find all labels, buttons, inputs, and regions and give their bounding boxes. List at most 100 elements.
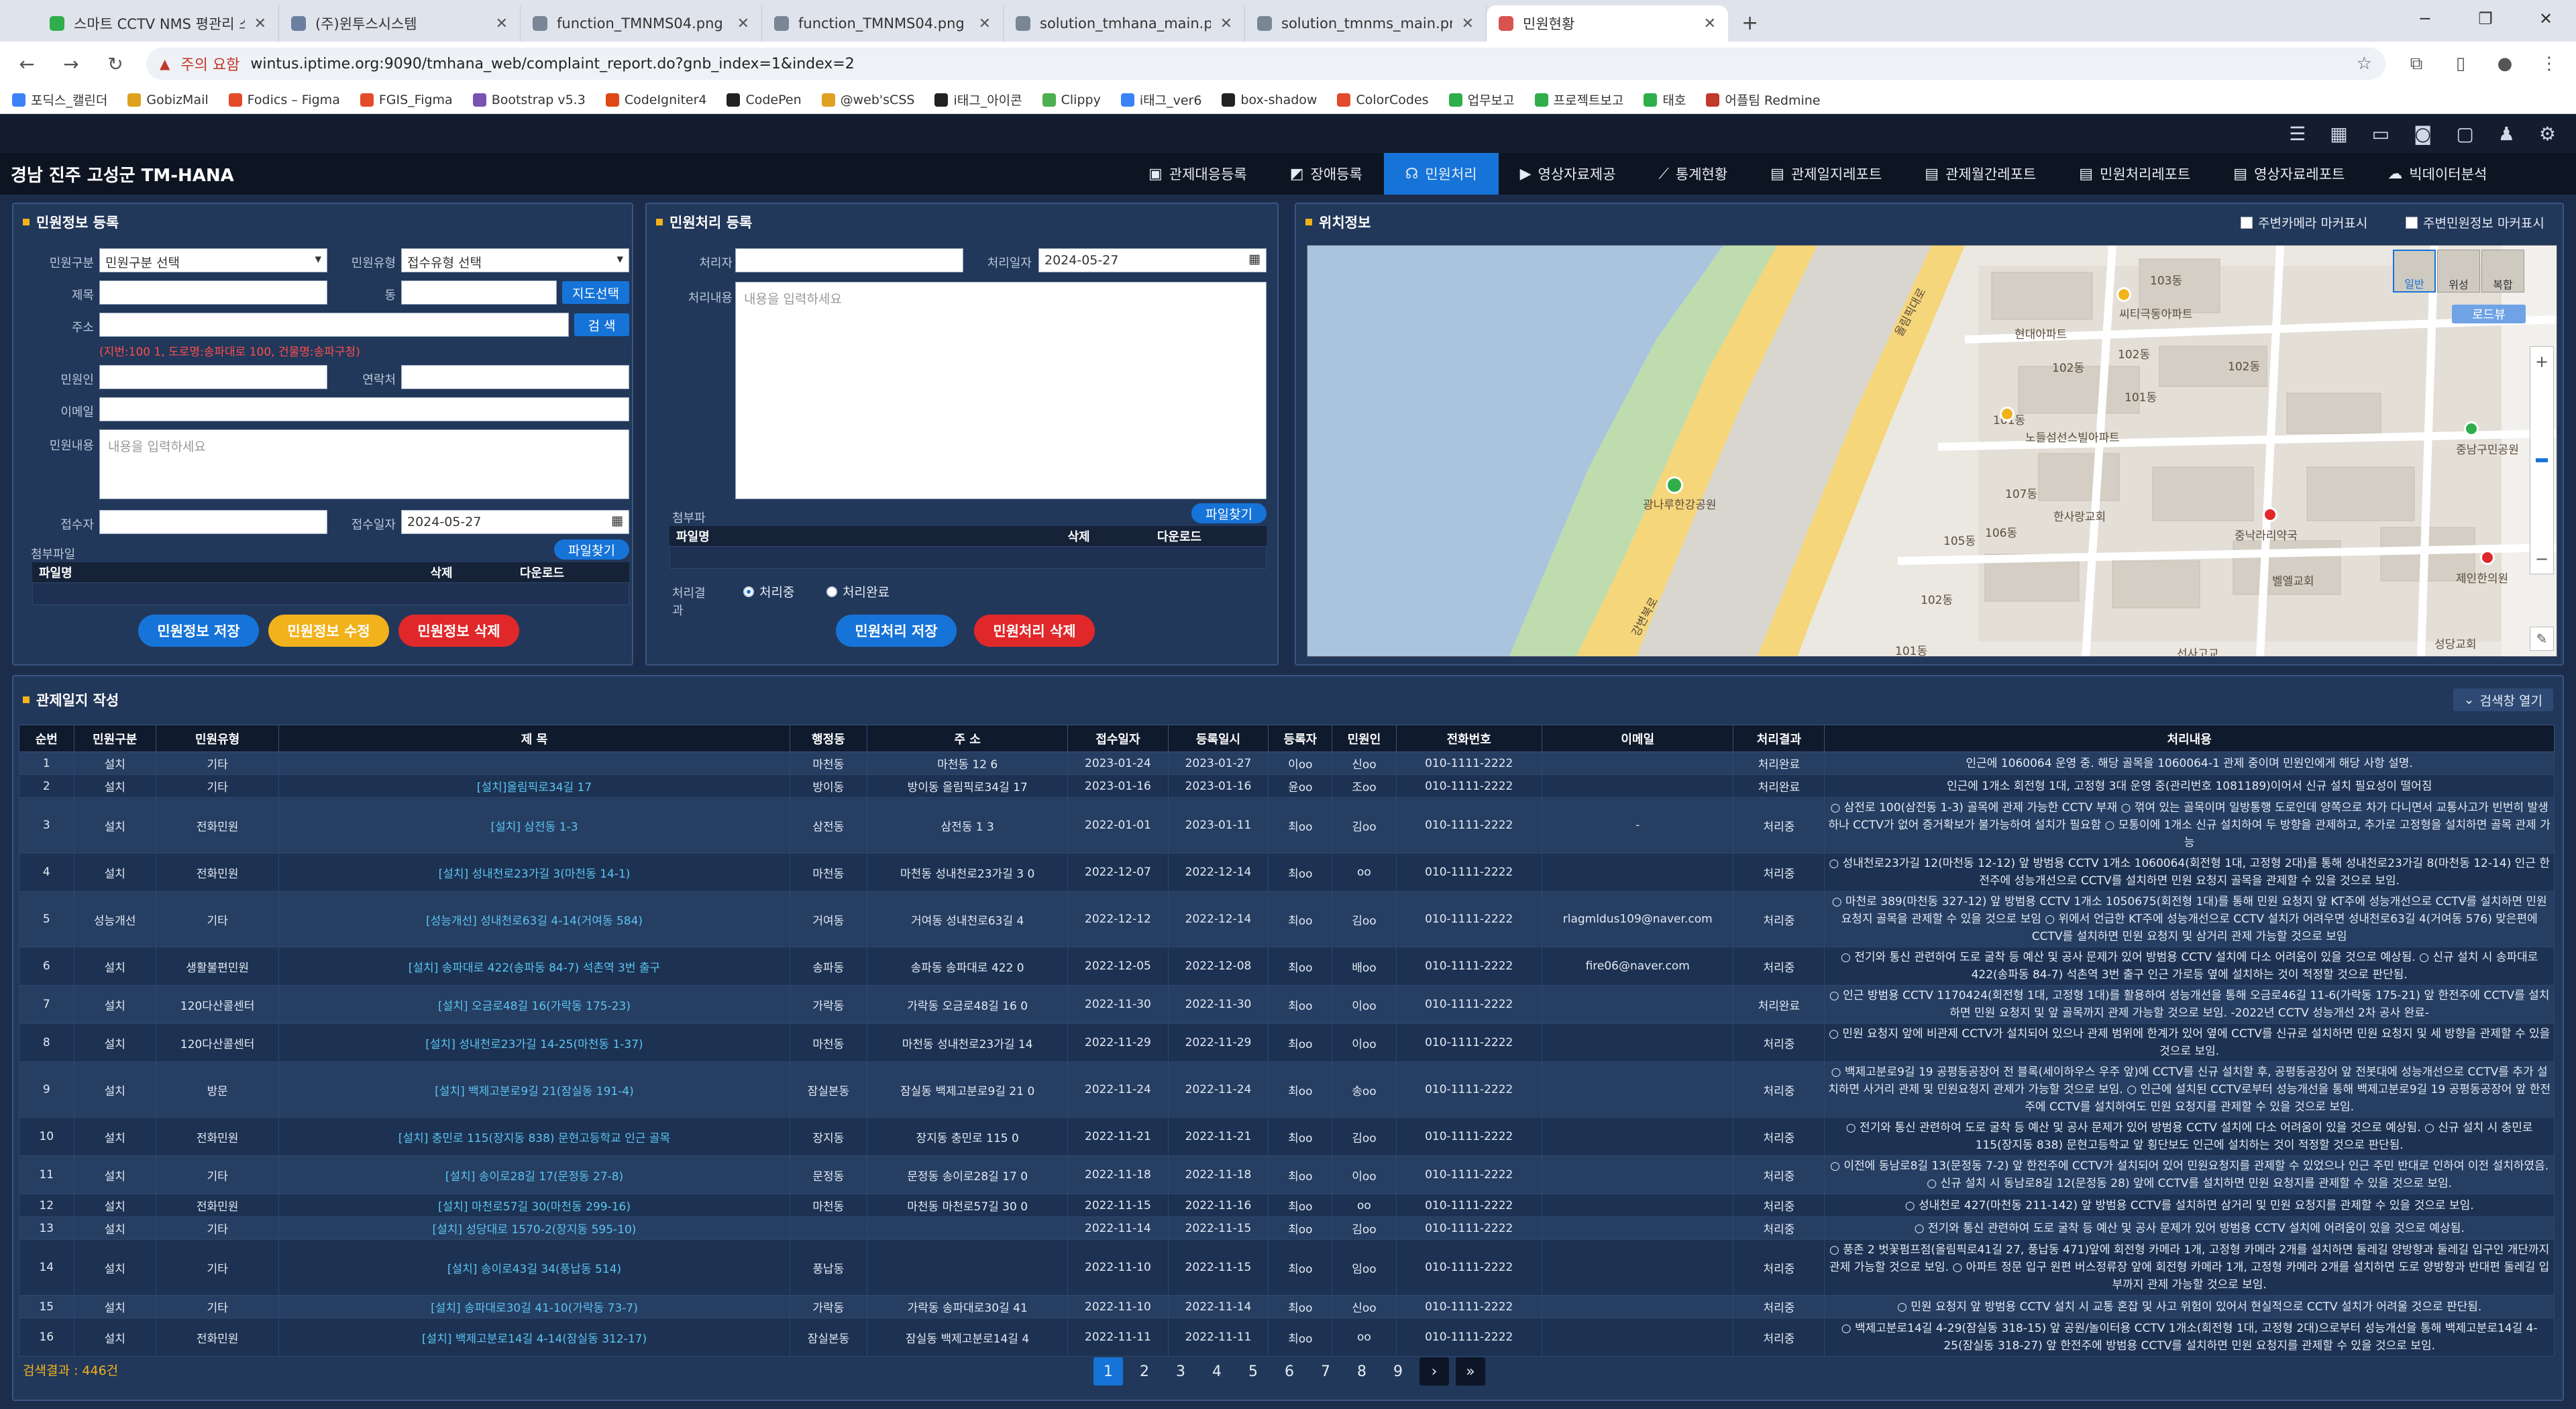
bookmark-item[interactable]: @web'sCSS bbox=[821, 93, 914, 107]
calendar-icon[interactable]: ▦ bbox=[611, 513, 623, 528]
table-row[interactable]: 12 설치 전화민원 [설치] 마천로57길 30(마천동 299-16) 마천동 마천동… bbox=[19, 1194, 2555, 1217]
table-cell[interactable]: [설치] 성당대로 1570-2(장지동 595-10) bbox=[278, 1216, 790, 1240]
restore-icon[interactable]: ❐ bbox=[2455, 0, 2516, 38]
nav-item-3[interactable]: ☊ 민원처리 bbox=[1383, 153, 1499, 195]
result-complete-radio[interactable]: 처리완료 bbox=[826, 582, 890, 601]
column-header[interactable]: 제 목 bbox=[278, 725, 790, 752]
column-header[interactable]: 행정동 bbox=[789, 725, 868, 752]
nav-item-9[interactable]: ▤ 영상자료레포트 bbox=[2212, 153, 2366, 195]
complainant-input[interactable] bbox=[99, 365, 327, 389]
roadview-button[interactable]: 로드뷰 bbox=[2452, 305, 2526, 323]
map-select-button[interactable]: 지도선택 bbox=[562, 281, 629, 304]
page-button[interactable]: 4 bbox=[1202, 1357, 1232, 1386]
table-cell[interactable]: [설치] 삼전동 1-3 bbox=[278, 797, 790, 853]
bookmark-item[interactable]: ColorCodes bbox=[1337, 93, 1429, 107]
address-search-button[interactable]: 검 색 bbox=[574, 313, 629, 336]
last-page-icon[interactable]: » bbox=[1456, 1357, 1485, 1386]
nav-item-6[interactable]: ▤ 관제일지레포트 bbox=[1749, 153, 1903, 195]
page-button[interactable]: 1 bbox=[1093, 1357, 1123, 1386]
reload-icon[interactable]: ↻ bbox=[102, 53, 129, 75]
map-type-hybrid[interactable]: 복합 bbox=[2481, 250, 2524, 293]
table-cell[interactable]: [설치] 송이로28길 17(문정동 27-8) bbox=[278, 1155, 790, 1194]
zoom-in-icon[interactable]: + bbox=[2535, 352, 2548, 371]
bookmark-item[interactable]: CodePen bbox=[727, 93, 802, 107]
camera-icon[interactable]: ◙ bbox=[2414, 123, 2432, 145]
forward-icon[interactable]: → bbox=[58, 53, 85, 75]
bookmark-item[interactable]: Fodics – Figma bbox=[228, 93, 340, 107]
table-cell[interactable]: [설치]올림픽로34길 17 bbox=[278, 774, 790, 798]
bookmark-item[interactable]: 태호 bbox=[1644, 91, 1686, 109]
table-cell[interactable]: [설치] 마천로57길 30(마천동 299-16) bbox=[278, 1194, 790, 1217]
page-button[interactable]: 3 bbox=[1166, 1357, 1195, 1386]
browser-tab[interactable]: solution_tmhana_main.png (7... ✕ bbox=[1004, 5, 1245, 42]
browser-tab[interactable]: function_TMNMS04.png (3604 ✕ bbox=[521, 5, 762, 42]
nav-item-4[interactable]: ▶ 영상자료제공 bbox=[1499, 153, 1638, 195]
complaint-save-button[interactable]: 민원정보 저장 bbox=[138, 615, 259, 647]
column-header[interactable]: 민원인 bbox=[1332, 725, 1397, 752]
close-window-icon[interactable]: ✕ bbox=[2516, 0, 2576, 38]
security-warning-icon[interactable]: ▲ bbox=[160, 56, 170, 72]
page-button[interactable]: 5 bbox=[1238, 1357, 1268, 1386]
table-row[interactable]: 3 설치 전화민원 [설치] 삼전동 1-3 삼전동 삼전동 1 3 2022-01-01 2… bbox=[19, 797, 2555, 853]
bookmark-item[interactable]: Clippy bbox=[1042, 93, 1101, 107]
bookmark-item[interactable]: 프로젝트보고 bbox=[1534, 91, 1623, 109]
table-cell[interactable]: [설치] 송이로43길 34(풍납동 514) bbox=[278, 1239, 790, 1296]
search-toggle-button[interactable]: ⌄ 검색창 열기 bbox=[2453, 688, 2553, 711]
table-cell[interactable]: [설치] 백제고분로14길 4-14(잠실동 312-17) bbox=[278, 1318, 790, 1357]
minimize-icon[interactable]: ─ bbox=[2395, 0, 2455, 38]
table-row[interactable]: 11 설치 기타 [설치] 송이로28길 17(문정동 27-8) 문정동 문정동 송이로… bbox=[19, 1155, 2555, 1194]
table-cell[interactable]: [성능개선] 성내천로63길 4-14(거여동 584) bbox=[278, 891, 790, 947]
table-row[interactable]: 15 설치 기타 [설치] 송파대로30길 41-10(가락동 73-7) 가락동 가락동… bbox=[19, 1295, 2555, 1318]
bookmark-item[interactable]: 포딕스_캘린더 bbox=[12, 91, 107, 109]
next-page-icon[interactable]: › bbox=[1419, 1357, 1449, 1386]
table-row[interactable]: 1 설치 기타 마천동 마천동 12 6 2023-01-24 2023-01-27 이oo 신… bbox=[19, 751, 2555, 775]
receipt-date-input[interactable]: 2024-05-27 ▦ bbox=[401, 510, 629, 534]
complaint-type-select[interactable]: 민원구분 선택 bbox=[99, 248, 327, 272]
table-row[interactable]: 14 설치 기타 [설치] 송이로43길 34(풍납동 514) 풍납동 2022-11-… bbox=[19, 1239, 2555, 1296]
browser-tab[interactable]: solution_tmnms_main.png (72... ✕ bbox=[1245, 5, 1487, 42]
table-cell[interactable]: [설치] 성내천로23가길 3(마천동 14-1) bbox=[278, 853, 790, 892]
map-view[interactable]: 올림픽대로 현대아파트 씨티극동아파트 103동 102동 101동 101동 … bbox=[1307, 245, 2557, 657]
page-button[interactable]: 6 bbox=[1275, 1357, 1304, 1386]
receiver-input[interactable] bbox=[99, 510, 327, 534]
bookmark-item[interactable]: box-shadow bbox=[1222, 93, 1317, 107]
process-delete-button[interactable]: 민원처리 삭제 bbox=[974, 615, 1095, 647]
apartment-marker-icon[interactable] bbox=[2000, 407, 2015, 421]
clinic-marker-icon[interactable] bbox=[2480, 550, 2495, 565]
zoom-slider[interactable] bbox=[2536, 458, 2548, 462]
file-find-button[interactable]: 파일찾기 bbox=[554, 539, 629, 560]
calendar-icon[interactable]: ▦ bbox=[1248, 252, 1260, 266]
zoom-out-icon[interactable]: − bbox=[2535, 550, 2548, 568]
column-header[interactable]: 주 소 bbox=[867, 725, 1069, 752]
browser-tab[interactable]: 스마트 CCTV NMS 평관리 소프 ✕ bbox=[38, 5, 279, 42]
close-icon[interactable]: ✕ bbox=[737, 15, 749, 32]
bookmark-item[interactable]: 어플팀 Redmine bbox=[1706, 91, 1820, 109]
contact-input[interactable] bbox=[401, 365, 629, 389]
pharmacy-marker-icon[interactable] bbox=[2263, 507, 2277, 522]
column-header[interactable]: 처리결과 bbox=[1733, 725, 1825, 752]
browser-tab[interactable]: function_TMNMS04.png (3604 ✕ bbox=[762, 5, 1004, 42]
close-icon[interactable]: ✕ bbox=[496, 15, 508, 32]
table-row[interactable]: 5 성능개선 기타 [성능개선] 성내천로63길 4-14(거여동 584) 거여동 거여… bbox=[19, 891, 2555, 947]
complaint-delete-button[interactable]: 민원정보 삭제 bbox=[398, 615, 519, 647]
browser-tab[interactable]: (주)윈투스시스템 ✕ bbox=[279, 5, 521, 42]
nav-item-7[interactable]: ▤ 관제월간레포트 bbox=[1903, 153, 2057, 195]
handler-input[interactable] bbox=[735, 248, 963, 272]
calendar-icon[interactable]: ▦ bbox=[2330, 123, 2347, 145]
table-cell[interactable]: [설치] 송파대로 422(송파동 84-7) 석촌역 3번 출구 bbox=[278, 947, 790, 986]
security-label[interactable]: 주의 요함 bbox=[180, 53, 239, 74]
address-input[interactable] bbox=[99, 313, 569, 337]
park-marker-icon[interactable] bbox=[1666, 476, 1683, 494]
profile-avatar-icon[interactable]: ● bbox=[2491, 54, 2518, 74]
dong-input[interactable] bbox=[401, 280, 557, 305]
apartment-marker-icon[interactable] bbox=[2116, 287, 2131, 302]
table-row[interactable]: 9 설치 방문 [설치] 백제고분로9길 21(잠실동 191-4) 잠실본동 잠실동 백… bbox=[19, 1061, 2555, 1118]
table-cell[interactable]: [설치] 충민로 115(장지동 838) 문현고등학교 인근 골목 bbox=[278, 1117, 790, 1156]
result-in-progress-radio[interactable]: 처리중 bbox=[743, 582, 794, 601]
bookmark-item[interactable]: GobizMail bbox=[127, 93, 209, 107]
table-row[interactable]: 8 설치 120다산콜센터 [설치] 성내천로23가길 14-25(마천동 1-37)… bbox=[19, 1023, 2555, 1062]
park-marker-icon[interactable] bbox=[2464, 421, 2479, 436]
close-icon[interactable]: ✕ bbox=[1704, 15, 1716, 32]
complaint-content-textarea[interactable]: 내용을 입력하세요 bbox=[99, 429, 629, 499]
complaint-kind-select[interactable]: 접수유형 선택 bbox=[401, 248, 629, 272]
